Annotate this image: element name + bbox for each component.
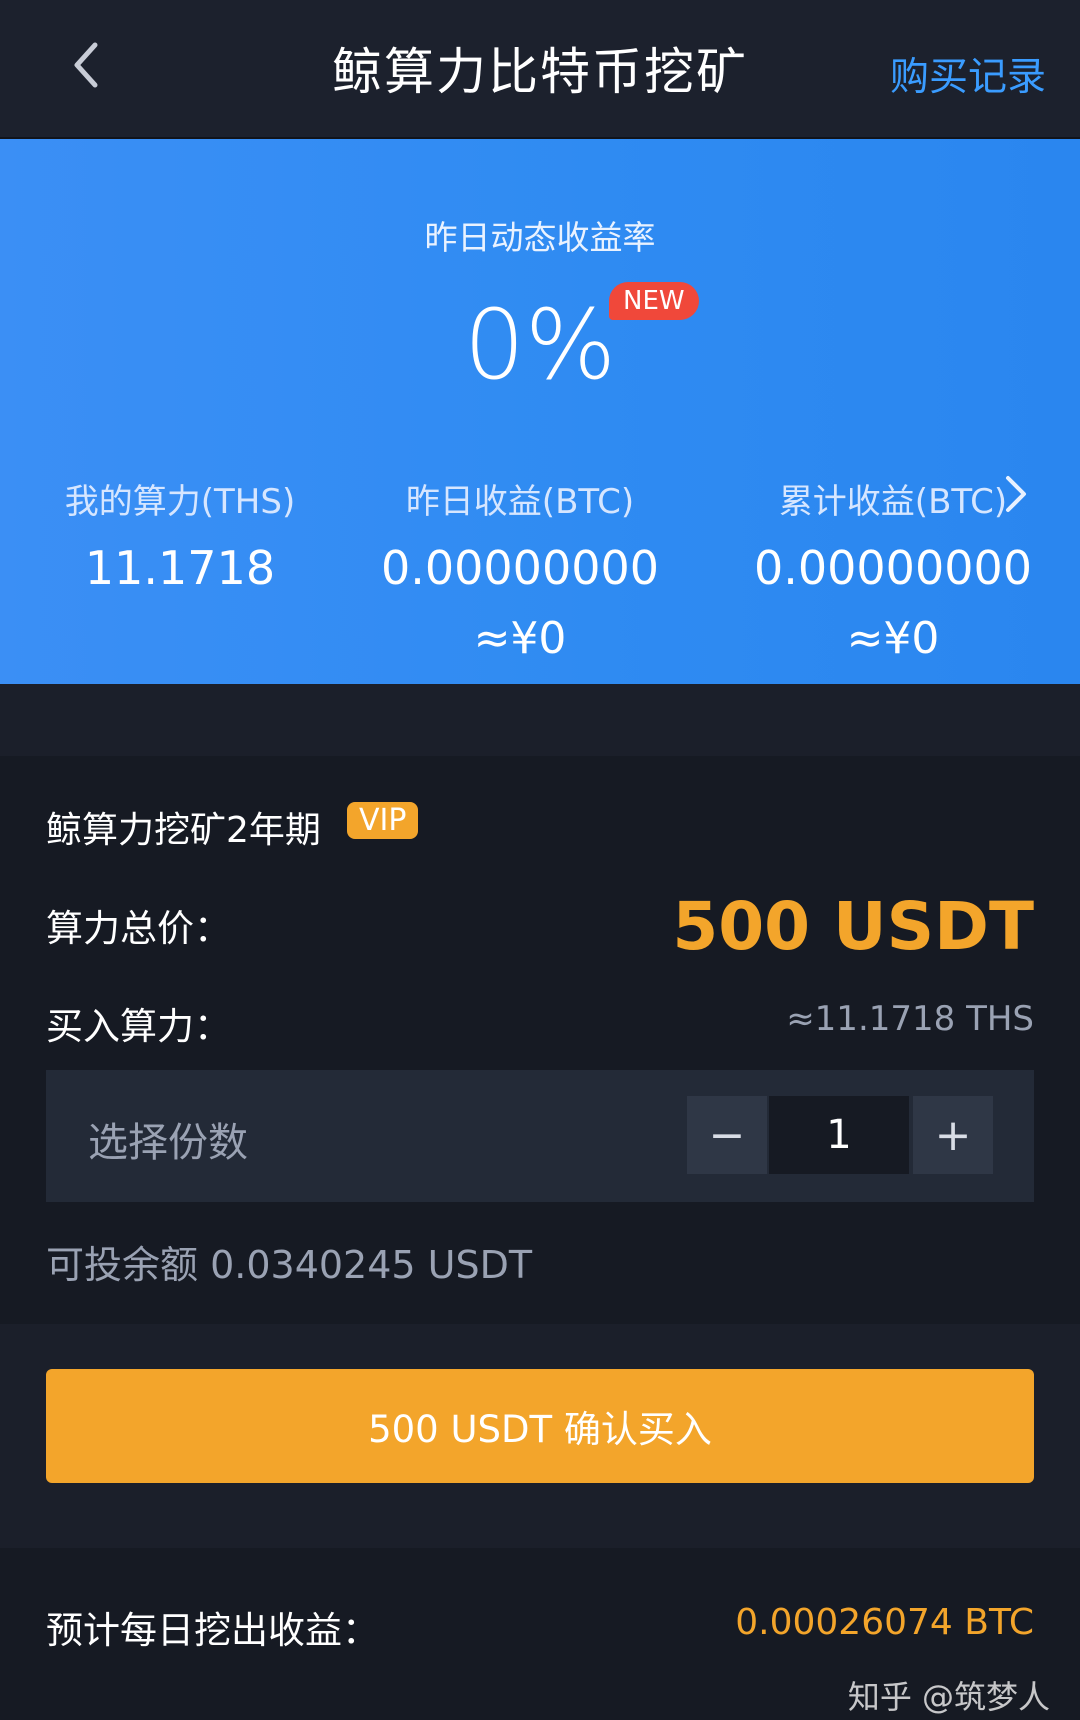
stat-value: 11.1718 — [84, 541, 276, 595]
hashrate-label: 买入算力： — [46, 1005, 231, 1048]
chevron-right-icon[interactable] — [1000, 474, 1030, 514]
daily-estimate-value: 0.00026074 BTC — [735, 1602, 1034, 1643]
hashrate-value: ≈11.1718 THS — [786, 999, 1034, 1039]
decrement-button[interactable]: − — [687, 1096, 767, 1174]
stat-label: 我的算力(THS) — [64, 482, 296, 522]
increment-button[interactable]: + — [913, 1096, 993, 1174]
available-balance: 可投余额 0.0340245 USDT — [46, 1243, 533, 1287]
product-title: 鲸算力挖矿2年期 — [46, 810, 321, 851]
purchase-card: 鲸算力挖矿2年期 VIP 算力总价： 500 USDT 买入算力： ≈11.17… — [0, 756, 1080, 1324]
stat-approx-cny: ≈¥0 — [846, 613, 940, 664]
stat-approx-cny: ≈¥0 — [473, 613, 567, 664]
stat-yesterday-earnings: 昨日收益(BTC) 0.00000000 ≈¥0 — [340, 474, 700, 664]
new-badge: NEW — [609, 282, 699, 320]
stat-value: 0.00000000 — [753, 541, 1033, 595]
quantity-label: 选择份数 — [88, 1120, 248, 1166]
stat-value: 0.00000000 — [380, 541, 660, 595]
yesterday-yield-rate: 0% — [463, 289, 617, 401]
stat-my-hashrate: 我的算力(THS) 11.1718 — [0, 474, 360, 595]
quantity-input[interactable]: 1 — [769, 1096, 909, 1174]
stat-label: 昨日收益(BTC) — [405, 482, 635, 522]
earnings-summary-panel: 昨日动态收益率 0% NEW 我的算力(THS) 11.1718 昨日收益(BT… — [0, 139, 1080, 684]
yesterday-yield-label: 昨日动态收益率 — [424, 218, 656, 257]
daily-estimate-label: 预计每日挖出收益： — [46, 1609, 379, 1652]
quantity-selector: 选择份数 − 1 + — [46, 1070, 1034, 1202]
price-label: 算力总价： — [46, 907, 231, 950]
confirm-purchase-button[interactable]: 500 USDT 确认买入 — [46, 1369, 1034, 1483]
watermark: 知乎 @筑梦人 — [847, 1678, 1050, 1716]
purchase-history-link[interactable]: 购买记录 — [890, 46, 1046, 102]
daily-estimate-card: 预计每日挖出收益： 0.00026074 BTC 知乎 @筑梦人 — [0, 1548, 1080, 1720]
vip-badge: VIP — [347, 802, 419, 839]
price-value: 500 USDT — [672, 888, 1034, 965]
top-nav-bar: 鲸算力比特币挖矿 购买记录 — [0, 0, 1080, 139]
